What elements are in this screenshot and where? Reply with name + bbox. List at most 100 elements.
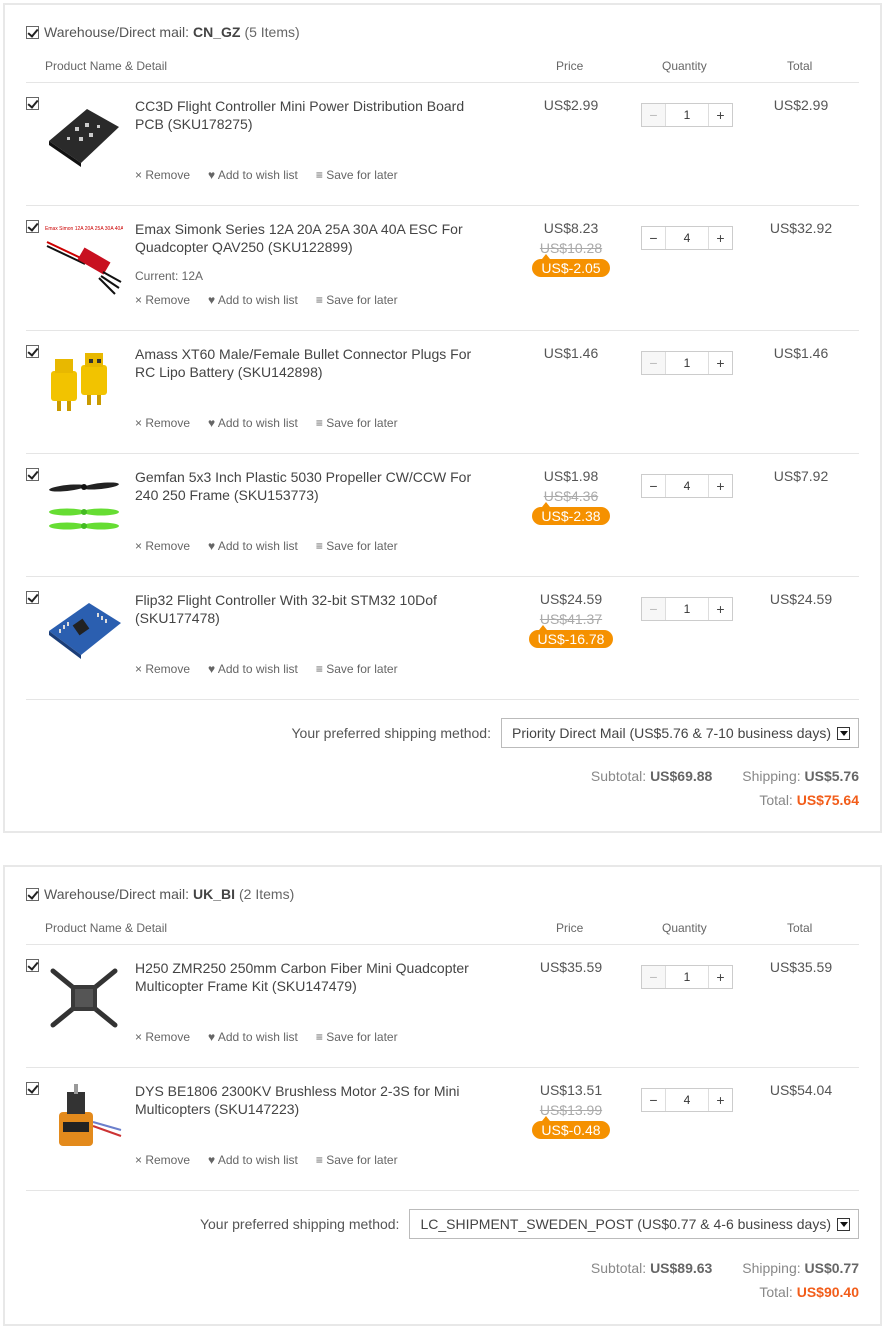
wishlist-link[interactable]: ♥ Add to wish list <box>208 1153 298 1167</box>
chevron-down-icon <box>837 726 850 740</box>
price: US$35.59 <box>539 959 603 975</box>
wishlist-link[interactable]: ♥ Add to wish list <box>208 539 298 553</box>
quantity-stepper: − 1 + <box>641 351 733 375</box>
product-name[interactable]: Emax Simonk Series 12A 20A 25A 30A 40A E… <box>135 220 495 256</box>
item-actions: × Remove ♥ Add to wish list ≡ Save for l… <box>135 539 416 553</box>
shipping-method-select[interactable]: LC_SHIPMENT_SWEDEN_POST (US$0.77 & 4-6 b… <box>409 1209 859 1239</box>
increment-button[interactable]: + <box>709 1089 732 1111</box>
cart-item-row: H250 ZMR250 250mm Carbon Fiber Mini Quad… <box>26 945 859 1068</box>
decrement-button[interactable]: − <box>642 1089 665 1111</box>
decrement-button[interactable]: − <box>642 227 665 249</box>
shipping-cost-value: US$0.77 <box>804 1260 859 1276</box>
product-name[interactable]: Gemfan 5x3 Inch Plastic 5030 Propeller C… <box>135 468 495 504</box>
product-image[interactable] <box>45 97 123 175</box>
quantity-input[interactable]: 1 <box>665 966 709 988</box>
quantity-input[interactable]: 4 <box>665 475 709 497</box>
remove-link[interactable]: × Remove <box>135 168 190 182</box>
remove-link[interactable]: × Remove <box>135 416 190 430</box>
quantity-input[interactable]: 1 <box>665 352 709 374</box>
price-cell: US$1.46 <box>516 345 626 361</box>
warehouse-header: Warehouse/Direct mail: CN_GZ (5 Items) <box>26 24 300 40</box>
shipping-cost-label: Shipping: <box>742 768 801 784</box>
item-checkbox[interactable] <box>26 959 39 972</box>
product-name[interactable]: Flip32 Flight Controller With 32-bit STM… <box>135 591 495 627</box>
line-total: US$2.99 <box>773 97 829 113</box>
col-quantity: Quantity <box>662 59 707 73</box>
warehouse-label: Warehouse/Direct mail: <box>44 886 189 902</box>
item-checkbox[interactable] <box>26 345 39 358</box>
cart-item-row: Emax Simon 12A 20A 25A 30A 40A ESC Emax … <box>26 206 859 331</box>
increment-button[interactable]: + <box>709 352 732 374</box>
price: US$1.98 <box>543 468 599 484</box>
product-name[interactable]: H250 ZMR250 250mm Carbon Fiber Mini Quad… <box>135 959 495 995</box>
product-image[interactable] <box>45 468 123 546</box>
product-name[interactable]: DYS BE1806 2300KV Brushless Motor 2-3S f… <box>135 1082 495 1118</box>
decrement-button[interactable]: − <box>642 104 665 126</box>
item-checkbox[interactable] <box>26 220 39 233</box>
line-total: US$1.46 <box>773 345 829 361</box>
quantity-input[interactable]: 4 <box>665 1089 709 1111</box>
remove-link[interactable]: × Remove <box>135 293 190 307</box>
item-count: (2 Items) <box>239 886 295 902</box>
shipping-method-select[interactable]: Priority Direct Mail (US$5.76 & 7-10 bus… <box>500 718 859 748</box>
save-later-link[interactable]: ≡ Save for later <box>316 416 398 430</box>
subtotal-value: US$69.88 <box>650 768 713 784</box>
wishlist-link[interactable]: ♥ Add to wish list <box>208 1030 298 1044</box>
remove-link[interactable]: × Remove <box>135 1153 190 1167</box>
wishlist-link[interactable]: ♥ Add to wish list <box>208 662 298 676</box>
shipping-method-label: Your preferred shipping method: <box>291 725 491 741</box>
decrement-button[interactable]: − <box>642 352 665 374</box>
wishlist-link[interactable]: ♥ Add to wish list <box>208 168 298 182</box>
item-checkbox[interactable] <box>26 468 39 481</box>
product-image[interactable] <box>45 1082 123 1160</box>
item-checkbox[interactable] <box>26 591 39 604</box>
increment-button[interactable]: + <box>709 966 732 988</box>
save-later-link[interactable]: ≡ Save for later <box>316 1030 398 1044</box>
line-total: US$35.59 <box>769 959 833 975</box>
item-actions: × Remove ♥ Add to wish list ≡ Save for l… <box>135 662 416 676</box>
warehouse-panel-cn-gz: Warehouse/Direct mail: CN_GZ (5 Items) P… <box>3 3 882 833</box>
save-later-link[interactable]: ≡ Save for later <box>316 539 398 553</box>
item-actions: × Remove ♥ Add to wish list ≡ Save for l… <box>135 416 416 430</box>
item-checkbox[interactable] <box>26 1082 39 1095</box>
warehouse-code: UK_BI <box>192 886 235 902</box>
shipping-cost-value: US$5.76 <box>804 768 859 784</box>
product-name[interactable]: Amass XT60 Male/Female Bullet Connector … <box>135 345 495 381</box>
price: US$24.59 <box>539 591 603 607</box>
chevron-down-icon <box>837 1217 850 1231</box>
discount-badge: US$-16.78 <box>528 625 614 648</box>
product-image[interactable] <box>45 959 123 1037</box>
save-later-link[interactable]: ≡ Save for later <box>316 662 398 676</box>
product-image[interactable]: Emax Simon 12A 20A 25A 30A 40A ESC <box>45 220 123 298</box>
col-price: Price <box>556 921 584 935</box>
save-later-link[interactable]: ≡ Save for later <box>316 293 398 307</box>
increment-button[interactable]: + <box>709 227 732 249</box>
product-image[interactable] <box>45 591 123 669</box>
warehouse-checkbox[interactable] <box>26 887 39 901</box>
total-label: Total: <box>759 1284 793 1300</box>
discount-badge: US$-0.48 <box>532 1116 610 1139</box>
product-image[interactable] <box>45 345 123 423</box>
shipping-method-row: Your preferred shipping method: LC_SHIPM… <box>200 1209 859 1239</box>
increment-button[interactable]: + <box>709 598 732 620</box>
wishlist-link[interactable]: ♥ Add to wish list <box>208 293 298 307</box>
save-later-link[interactable]: ≡ Save for later <box>316 1153 398 1167</box>
cart-item-row: DYS BE1806 2300KV Brushless Motor 2-3S f… <box>26 1068 859 1191</box>
quantity-input[interactable]: 4 <box>665 227 709 249</box>
subtotal-value: US$89.63 <box>650 1260 713 1276</box>
increment-button[interactable]: + <box>709 475 732 497</box>
decrement-button[interactable]: − <box>642 475 665 497</box>
decrement-button[interactable]: − <box>642 966 665 988</box>
product-name[interactable]: CC3D Flight Controller Mini Power Distri… <box>135 97 495 133</box>
increment-button[interactable]: + <box>709 104 732 126</box>
quantity-input[interactable]: 1 <box>665 104 709 126</box>
remove-link[interactable]: × Remove <box>135 539 190 553</box>
item-checkbox[interactable] <box>26 97 39 110</box>
warehouse-checkbox[interactable] <box>26 25 39 39</box>
save-later-link[interactable]: ≡ Save for later <box>316 168 398 182</box>
decrement-button[interactable]: − <box>642 598 665 620</box>
quantity-input[interactable]: 1 <box>665 598 709 620</box>
remove-link[interactable]: × Remove <box>135 662 190 676</box>
remove-link[interactable]: × Remove <box>135 1030 190 1044</box>
wishlist-link[interactable]: ♥ Add to wish list <box>208 416 298 430</box>
